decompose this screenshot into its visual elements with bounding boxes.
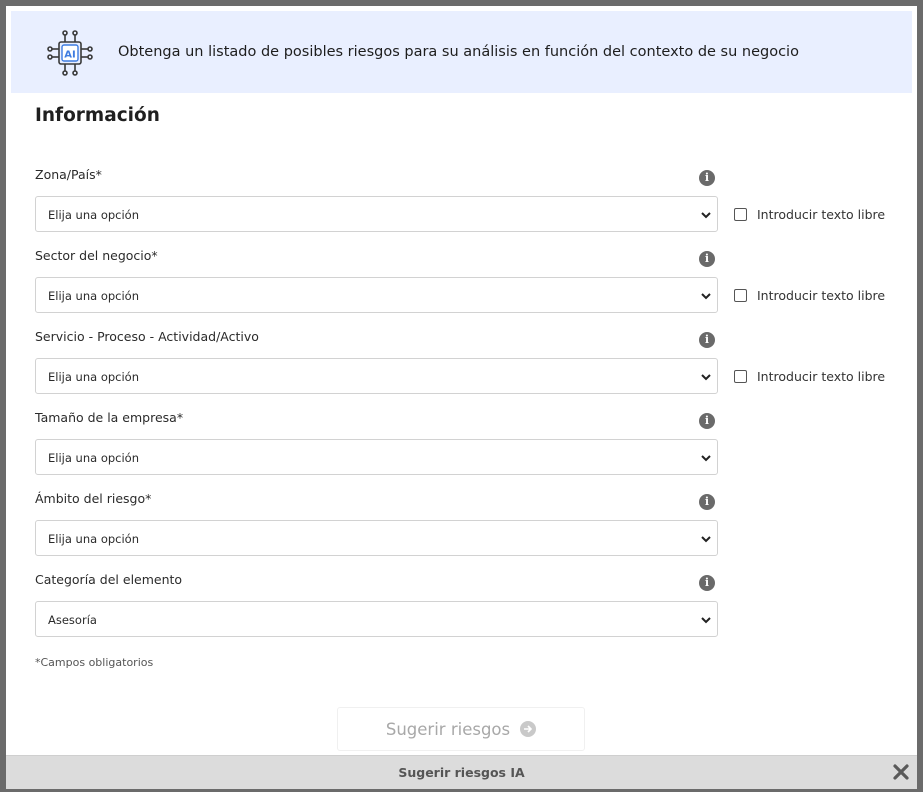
field-label-sector: Sector del negocio* bbox=[35, 248, 158, 263]
info-icon[interactable]: i bbox=[699, 170, 715, 186]
chevron-down-icon bbox=[701, 455, 711, 462]
free-text-label: Introducir texto libre bbox=[757, 368, 886, 384]
select-value: Elija una opción bbox=[48, 451, 140, 465]
ai-banner: AI Obtenga un listado de posibles riesgo… bbox=[11, 11, 912, 93]
field-label-categoria: Categoría del elemento bbox=[35, 572, 183, 587]
close-icon[interactable] bbox=[892, 763, 910, 781]
arrow-right-circle-icon bbox=[520, 721, 537, 737]
chevron-down-icon bbox=[701, 293, 711, 300]
select-value: Elija una opción bbox=[48, 370, 140, 384]
footer-title: Sugerir riesgos IA bbox=[398, 765, 525, 780]
field-label-tamano: Tamaño de la empresa* bbox=[35, 410, 184, 425]
select-tamano[interactable]: Elija una opción bbox=[35, 439, 718, 475]
free-text-label: Introducir texto libre bbox=[757, 287, 886, 303]
suggest-risks-button[interactable]: Sugerir riesgos bbox=[337, 707, 585, 751]
chevron-down-icon bbox=[701, 212, 711, 219]
info-icon[interactable]: i bbox=[699, 251, 715, 267]
chevron-down-icon bbox=[701, 536, 711, 543]
field-label-servicio: Servicio - Proceso - Actividad/Activo bbox=[35, 329, 259, 344]
select-servicio[interactable]: Elija una opción bbox=[35, 358, 718, 394]
select-zona-pais[interactable]: Elija una opción bbox=[35, 196, 718, 232]
info-icon[interactable]: i bbox=[699, 332, 715, 348]
required-fields-note: *Campos obligatorios bbox=[35, 656, 154, 669]
chevron-down-icon bbox=[701, 617, 711, 624]
banner-text: Obtenga un listado de posibles riesgos p… bbox=[118, 44, 799, 60]
modal: AI Obtenga un listado de posibles riesgo… bbox=[6, 6, 917, 789]
section-title: Información bbox=[35, 105, 160, 126]
select-value: Elija una opción bbox=[48, 532, 140, 546]
field-label-zona-pais: Zona/País* bbox=[35, 167, 102, 182]
free-text-toggle-zona-pais[interactable]: Introducir texto libre bbox=[734, 206, 885, 222]
select-categoria[interactable]: Asesoría bbox=[35, 601, 718, 637]
free-text-checkbox[interactable] bbox=[734, 369, 747, 383]
field-label-ambito: Ámbito del riesgo* bbox=[35, 491, 152, 506]
info-icon[interactable]: i bbox=[699, 413, 715, 429]
select-sector[interactable]: Elija una opción bbox=[35, 277, 718, 313]
info-icon[interactable]: i bbox=[699, 575, 715, 591]
free-text-toggle-sector[interactable]: Introducir texto libre bbox=[734, 287, 885, 303]
suggest-risks-label: Sugerir riesgos bbox=[385, 719, 511, 739]
free-text-label: Introducir texto libre bbox=[757, 206, 886, 222]
free-text-checkbox[interactable] bbox=[734, 207, 747, 221]
modal-footer: Sugerir riesgos IA bbox=[6, 755, 917, 789]
chevron-down-icon bbox=[701, 374, 711, 381]
free-text-toggle-servicio[interactable]: Introducir texto libre bbox=[734, 368, 885, 384]
ai-chip-label: AI bbox=[64, 50, 75, 61]
info-icon[interactable]: i bbox=[699, 494, 715, 510]
select-ambito[interactable]: Elija una opción bbox=[35, 520, 718, 556]
ai-chip-icon: AI bbox=[47, 30, 93, 76]
free-text-checkbox[interactable] bbox=[734, 288, 747, 302]
select-value: Elija una opción bbox=[48, 208, 140, 222]
select-value: Asesoría bbox=[48, 613, 97, 627]
select-value: Elija una opción bbox=[48, 289, 140, 303]
